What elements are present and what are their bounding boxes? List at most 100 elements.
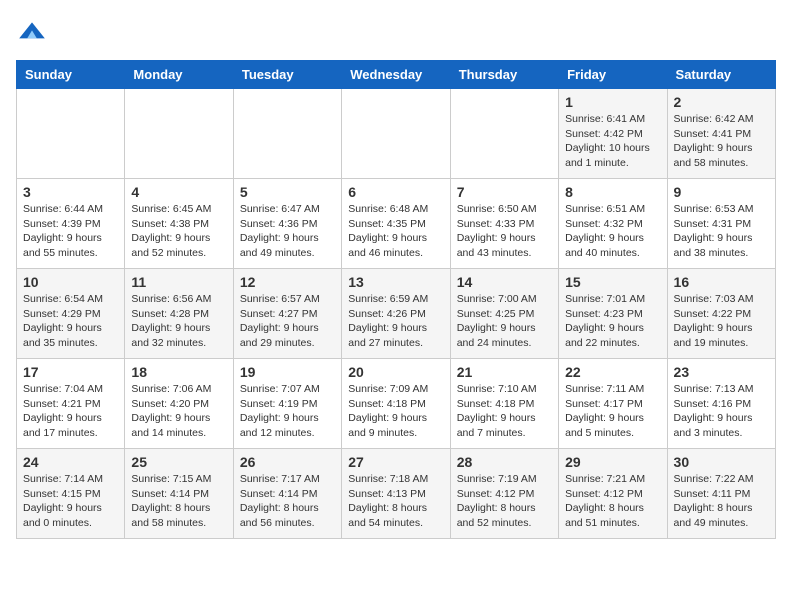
calendar-week-row: 1 Sunrise: 6:41 AM Sunset: 4:42 PM Daylig… [17, 89, 776, 179]
day-number: 17 [23, 364, 118, 380]
day-number: 16 [674, 274, 769, 290]
calendar-day-cell: 22 Sunrise: 7:11 AM Sunset: 4:17 PM Dayli… [559, 359, 667, 449]
calendar-day-cell: 19Sunrise: 7:07 AM Sunset: 4:19 PM Dayli… [233, 359, 341, 449]
calendar-week-row: 17 Sunrise: 7:04 AM Sunset: 4:21 PM Dayli… [17, 359, 776, 449]
day-number: 9 [674, 184, 769, 200]
calendar-day-cell: 18Sunrise: 7:06 AM Sunset: 4:20 PM Dayli… [125, 359, 233, 449]
day-number: 14 [457, 274, 552, 290]
calendar-day-cell: 16 Sunrise: 7:03 AM Sunset: 4:22 PM Dayli… [667, 269, 775, 359]
calendar-week-row: 10 Sunrise: 6:54 AM Sunset: 4:29 PM Dayli… [17, 269, 776, 359]
calendar-day-cell: 10 Sunrise: 6:54 AM Sunset: 4:29 PM Dayli… [17, 269, 125, 359]
calendar-day-cell: 2 Sunrise: 6:42 AM Sunset: 4:41 PM Daylig… [667, 89, 775, 179]
calendar-day-cell: 5 Sunrise: 6:47 AM Sunset: 4:36 PM Daylig… [233, 179, 341, 269]
day-number: 1 [565, 94, 660, 110]
calendar-day-cell: 8Sunrise: 6:51 AM Sunset: 4:32 PM Daylig… [559, 179, 667, 269]
day-info: Sunrise: 6:51 AM Sunset: 4:32 PM Dayligh… [565, 202, 660, 261]
day-info: Sunrise: 7:15 AM Sunset: 4:14 PM Dayligh… [131, 472, 226, 531]
day-number: 6 [348, 184, 443, 200]
weekday-header-sunday: Sunday [17, 61, 125, 89]
calendar-day-cell: 23Sunrise: 7:13 AM Sunset: 4:16 PM Dayli… [667, 359, 775, 449]
day-info: Sunrise: 6:54 AM Sunset: 4:29 PM Dayligh… [23, 292, 118, 351]
day-number: 29 [565, 454, 660, 470]
calendar-header-row: SundayMondayTuesdayWednesdayThursdayFrid… [17, 61, 776, 89]
weekday-header-saturday: Saturday [667, 61, 775, 89]
calendar-empty-cell [342, 89, 450, 179]
calendar-day-cell: 7 Sunrise: 6:50 AM Sunset: 4:33 PM Daylig… [450, 179, 558, 269]
logo [16, 16, 54, 48]
calendar-empty-cell [17, 89, 125, 179]
day-number: 13 [348, 274, 443, 290]
day-info: Sunrise: 6:45 AM Sunset: 4:38 PM Dayligh… [131, 202, 226, 261]
day-number: 4 [131, 184, 226, 200]
day-number: 10 [23, 274, 118, 290]
day-number: 27 [348, 454, 443, 470]
calendar-day-cell: 28 Sunrise: 7:19 AM Sunset: 4:12 PM Dayli… [450, 449, 558, 539]
calendar-week-row: 24 Sunrise: 7:14 AM Sunset: 4:15 PM Dayli… [17, 449, 776, 539]
day-number: 23 [674, 364, 769, 380]
day-info: Sunrise: 6:53 AM Sunset: 4:31 PM Dayligh… [674, 202, 769, 261]
day-info: Sunrise: 6:48 AM Sunset: 4:35 PM Dayligh… [348, 202, 443, 261]
day-info: Sunrise: 7:03 AM Sunset: 4:22 PM Dayligh… [674, 292, 769, 351]
calendar-day-cell: 24 Sunrise: 7:14 AM Sunset: 4:15 PM Dayli… [17, 449, 125, 539]
day-info: Sunrise: 7:22 AM Sunset: 4:11 PM Dayligh… [674, 472, 769, 531]
day-info: Sunrise: 7:04 AM Sunset: 4:21 PM Dayligh… [23, 382, 118, 441]
day-info: Sunrise: 7:01 AM Sunset: 4:23 PM Dayligh… [565, 292, 660, 351]
calendar-day-cell: 17 Sunrise: 7:04 AM Sunset: 4:21 PM Dayli… [17, 359, 125, 449]
day-number: 7 [457, 184, 552, 200]
calendar-day-cell: 12 Sunrise: 6:57 AM Sunset: 4:27 PM Dayli… [233, 269, 341, 359]
day-info: Sunrise: 7:14 AM Sunset: 4:15 PM Dayligh… [23, 472, 118, 531]
calendar-day-cell: 9 Sunrise: 6:53 AM Sunset: 4:31 PM Daylig… [667, 179, 775, 269]
calendar-day-cell: 27 Sunrise: 7:18 AM Sunset: 4:13 PM Dayli… [342, 449, 450, 539]
day-info: Sunrise: 6:59 AM Sunset: 4:26 PM Dayligh… [348, 292, 443, 351]
calendar-week-row: 3 Sunrise: 6:44 AM Sunset: 4:39 PM Daylig… [17, 179, 776, 269]
day-info: Sunrise: 6:57 AM Sunset: 4:27 PM Dayligh… [240, 292, 335, 351]
day-number: 25 [131, 454, 226, 470]
weekday-header-thursday: Thursday [450, 61, 558, 89]
calendar-day-cell: 4 Sunrise: 6:45 AM Sunset: 4:38 PM Daylig… [125, 179, 233, 269]
day-number: 18 [131, 364, 226, 380]
calendar-day-cell: 15 Sunrise: 7:01 AM Sunset: 4:23 PM Dayli… [559, 269, 667, 359]
day-info: Sunrise: 7:11 AM Sunset: 4:17 PM Dayligh… [565, 382, 660, 441]
page-header [16, 16, 776, 48]
day-info: Sunrise: 7:17 AM Sunset: 4:14 PM Dayligh… [240, 472, 335, 531]
day-number: 20 [348, 364, 443, 380]
day-info: Sunrise: 7:07 AM Sunset: 4:19 PM Dayligh… [240, 382, 335, 441]
day-info: Sunrise: 7:00 AM Sunset: 4:25 PM Dayligh… [457, 292, 552, 351]
day-info: Sunrise: 7:19 AM Sunset: 4:12 PM Dayligh… [457, 472, 552, 531]
calendar-empty-cell [450, 89, 558, 179]
day-info: Sunrise: 6:44 AM Sunset: 4:39 PM Dayligh… [23, 202, 118, 261]
calendar-table: SundayMondayTuesdayWednesdayThursdayFrid… [16, 60, 776, 539]
day-number: 11 [131, 274, 226, 290]
calendar-day-cell: 29 Sunrise: 7:21 AM Sunset: 4:12 PM Dayli… [559, 449, 667, 539]
day-number: 24 [23, 454, 118, 470]
day-info: Sunrise: 7:18 AM Sunset: 4:13 PM Dayligh… [348, 472, 443, 531]
day-number: 3 [23, 184, 118, 200]
day-number: 28 [457, 454, 552, 470]
day-info: Sunrise: 6:50 AM Sunset: 4:33 PM Dayligh… [457, 202, 552, 261]
calendar-day-cell: 21Sunrise: 7:10 AM Sunset: 4:18 PM Dayli… [450, 359, 558, 449]
calendar-day-cell: 13 Sunrise: 6:59 AM Sunset: 4:26 PM Dayli… [342, 269, 450, 359]
day-info: Sunrise: 6:42 AM Sunset: 4:41 PM Dayligh… [674, 112, 769, 171]
weekday-header-monday: Monday [125, 61, 233, 89]
day-number: 5 [240, 184, 335, 200]
day-number: 12 [240, 274, 335, 290]
calendar-empty-cell [125, 89, 233, 179]
weekday-header-wednesday: Wednesday [342, 61, 450, 89]
calendar-day-cell: 1 Sunrise: 6:41 AM Sunset: 4:42 PM Daylig… [559, 89, 667, 179]
day-number: 22 [565, 364, 660, 380]
day-number: 26 [240, 454, 335, 470]
day-info: Sunrise: 6:41 AM Sunset: 4:42 PM Dayligh… [565, 112, 660, 171]
weekday-header-tuesday: Tuesday [233, 61, 341, 89]
day-number: 2 [674, 94, 769, 110]
calendar-day-cell: 14 Sunrise: 7:00 AM Sunset: 4:25 PM Dayli… [450, 269, 558, 359]
calendar-empty-cell [233, 89, 341, 179]
day-number: 30 [674, 454, 769, 470]
calendar-day-cell: 26 Sunrise: 7:17 AM Sunset: 4:14 PM Dayli… [233, 449, 341, 539]
calendar-day-cell: 25 Sunrise: 7:15 AM Sunset: 4:14 PM Dayli… [125, 449, 233, 539]
calendar-day-cell: 20Sunrise: 7:09 AM Sunset: 4:18 PM Dayli… [342, 359, 450, 449]
logo-icon [16, 16, 48, 48]
day-info: Sunrise: 6:47 AM Sunset: 4:36 PM Dayligh… [240, 202, 335, 261]
weekday-header-friday: Friday [559, 61, 667, 89]
day-info: Sunrise: 7:21 AM Sunset: 4:12 PM Dayligh… [565, 472, 660, 531]
day-number: 15 [565, 274, 660, 290]
